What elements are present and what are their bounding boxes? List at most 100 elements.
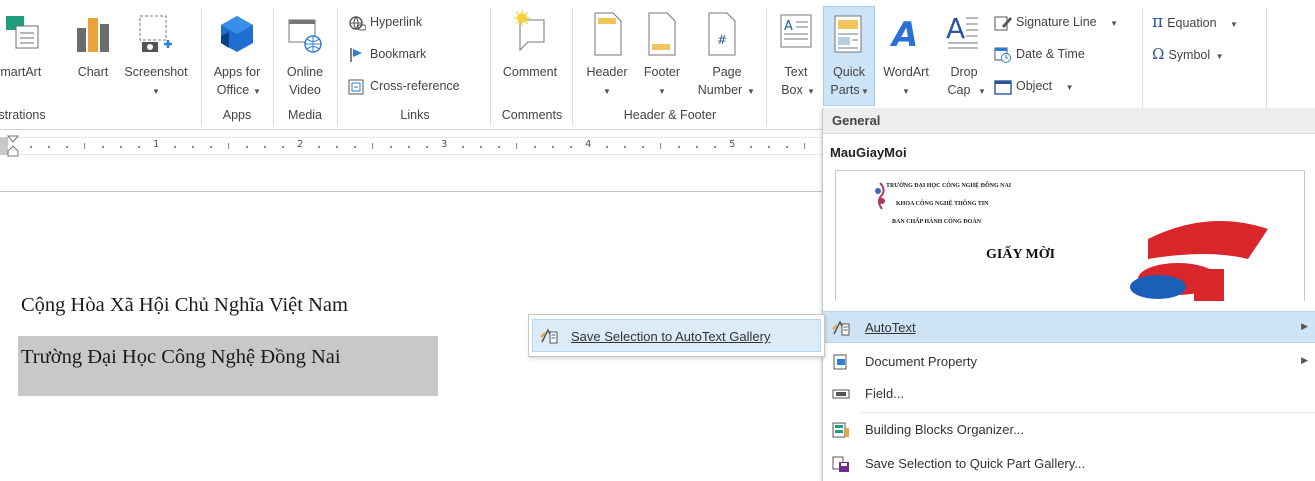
- bookmark-label: Bookmark: [370, 47, 427, 61]
- document-property-icon: [833, 354, 847, 370]
- preview-line-2: KHOA CÔNG NGHỆ THÔNG TIN: [896, 201, 989, 207]
- footer-icon: [648, 12, 676, 56]
- ruler-dot: [750, 146, 752, 148]
- comment-button[interactable]: Comment: [494, 6, 566, 106]
- menu-item-autotext[interactable]: AutoText ▶: [823, 311, 1315, 343]
- text-box-button[interactable]: A Text Box ▼: [772, 6, 820, 106]
- equation-button[interactable]: π Equation ▼: [1152, 12, 1238, 32]
- ruler-half-tick: [516, 143, 517, 149]
- menu-item-save-selection-quick-part[interactable]: Save Selection to Quick Part Gallery...: [823, 448, 1315, 480]
- chevron-down-icon: ▼: [1065, 83, 1074, 92]
- hyperlink-button[interactable]: Hyperlink: [348, 12, 422, 32]
- chevron-down-icon: ▼: [978, 87, 986, 96]
- footer-label: Footer: [643, 65, 681, 79]
- document-line-2[interactable]: Trường Đại Học Công Nghệ Đồng Nai: [21, 346, 341, 369]
- horizontal-ruler[interactable]: 1 2 3 4 5: [0, 131, 822, 191]
- ruler-dot: [786, 146, 788, 148]
- hyperlink-icon: [349, 16, 366, 31]
- text-box-label-line1: Text: [784, 65, 808, 79]
- header-icon: [594, 12, 622, 56]
- object-button[interactable]: Object ▼: [994, 76, 1074, 96]
- drop-cap-icon: A: [946, 12, 978, 49]
- online-video-icon: [288, 19, 322, 53]
- header-button[interactable]: Header ▼: [580, 6, 634, 106]
- building-blocks-icon: [832, 422, 849, 438]
- group-divider: [273, 8, 274, 126]
- footer-button[interactable]: Footer ▼: [636, 6, 688, 106]
- ruler-number: 3: [441, 139, 448, 150]
- wordart-button[interactable]: A WordArt ▼: [876, 6, 936, 106]
- signature-line-button[interactable]: Signature Line ▼: [994, 12, 1118, 32]
- date-time-icon: [994, 47, 1011, 63]
- page-number-button[interactable]: # Page Number ▼: [690, 6, 756, 106]
- hyperlink-label: Hyperlink: [370, 15, 423, 29]
- ruler-number: 5: [729, 139, 736, 150]
- screenshot-button[interactable]: Screenshot ▼: [116, 6, 196, 106]
- autotext-submenu: Save Selection to AutoText Gallery: [528, 314, 825, 357]
- ruler-dot: [66, 146, 68, 148]
- smartart-label: SmartArt: [0, 65, 42, 79]
- page-number-label-line1: Page: [712, 65, 742, 79]
- ruler-dot: [408, 146, 410, 148]
- ruler-dot: [336, 146, 338, 148]
- menu-item-label: AutoText: [865, 320, 916, 335]
- group-label-comments: Comments: [501, 108, 563, 122]
- ruler-dot: [30, 146, 32, 148]
- menu-item-field[interactable]: Field...: [823, 378, 1315, 410]
- signature-line-label: Signature Line: [1016, 15, 1097, 29]
- ruler-number: 2: [297, 139, 304, 150]
- object-label: Object: [1016, 79, 1053, 93]
- ruler-dot: [642, 146, 644, 148]
- object-icon: [994, 80, 1012, 95]
- chart-button[interactable]: Chart: [70, 6, 116, 106]
- ruler-half-tick: [804, 143, 805, 149]
- ruler-dot: [714, 146, 716, 148]
- gallery-entry-name: MauGiayMoi: [830, 145, 907, 160]
- ruler-dot: [426, 146, 428, 148]
- chart-icon: [77, 18, 109, 52]
- drop-cap-label-line1: Drop: [950, 65, 978, 79]
- svg-text:A: A: [890, 15, 918, 52]
- document-line-1[interactable]: Cộng Hòa Xã Hội Chủ Nghĩa Việt Nam: [21, 294, 348, 317]
- field-icon: [832, 389, 850, 399]
- apps-for-office-button[interactable]: Apps for Office ▼: [205, 6, 269, 106]
- ruler-dot: [624, 146, 626, 148]
- chevron-down-icon: ▼: [1215, 52, 1224, 61]
- bookmark-button[interactable]: Bookmark: [348, 44, 426, 64]
- symbol-button[interactable]: Ω Symbol ▼: [1152, 44, 1224, 64]
- drop-cap-button[interactable]: A Drop Cap ▼: [938, 6, 990, 106]
- quick-parts-button[interactable]: Quick Parts ▼: [823, 6, 875, 106]
- comment-icon: [514, 10, 545, 52]
- ruler-dot: [210, 146, 212, 148]
- text-box-icon: A: [780, 14, 812, 48]
- pi-icon: π: [1152, 12, 1164, 32]
- menu-item-building-blocks-organizer[interactable]: Building Blocks Organizer...: [823, 414, 1315, 446]
- chevron-down-icon: ▼: [253, 87, 261, 96]
- ruler-half-tick: [660, 143, 661, 149]
- ruler-dot: [174, 146, 176, 148]
- preview-line-1: TRƯỜNG ĐẠI HỌC CÔNG NGHỆ ĐỒNG NAI: [886, 183, 1012, 189]
- ruler-dot: [498, 146, 500, 148]
- menu-item-label: Save Selection to Quick Part Gallery...: [865, 456, 1086, 471]
- date-time-button[interactable]: Date & Time: [994, 44, 1085, 64]
- save-selection-icon: [832, 456, 849, 472]
- signature-line-icon: [994, 16, 1012, 31]
- smartart-button[interactable]: SmartArt: [0, 6, 62, 106]
- menu-item-label: Save Selection to AutoText Gallery: [571, 329, 771, 344]
- cross-reference-button[interactable]: Cross-reference: [348, 76, 460, 96]
- ruler-dot: [192, 146, 194, 148]
- menu-item-save-selection-autotext[interactable]: Save Selection to AutoText Gallery: [532, 319, 821, 352]
- online-video-button[interactable]: Online Video: [277, 6, 333, 106]
- ruler-half-tick: [372, 143, 373, 149]
- screenshot-label: Screenshot: [124, 65, 188, 79]
- svg-text:A: A: [946, 12, 965, 45]
- ruler-strip: [0, 137, 822, 155]
- page-number-icon: #: [708, 12, 736, 56]
- online-video-label-line2: Video: [289, 83, 321, 97]
- ruler-dot: [354, 146, 356, 148]
- gallery-entry-preview[interactable]: TRƯỜNG ĐẠI HỌC CÔNG NGHỆ ĐỒNG NAI KHOA C…: [835, 170, 1305, 301]
- menu-item-document-property[interactable]: Document Property ▶: [823, 346, 1315, 378]
- ruler-dot: [48, 146, 50, 148]
- chevron-down-icon: ▼: [603, 87, 611, 96]
- svg-text:A: A: [784, 19, 793, 34]
